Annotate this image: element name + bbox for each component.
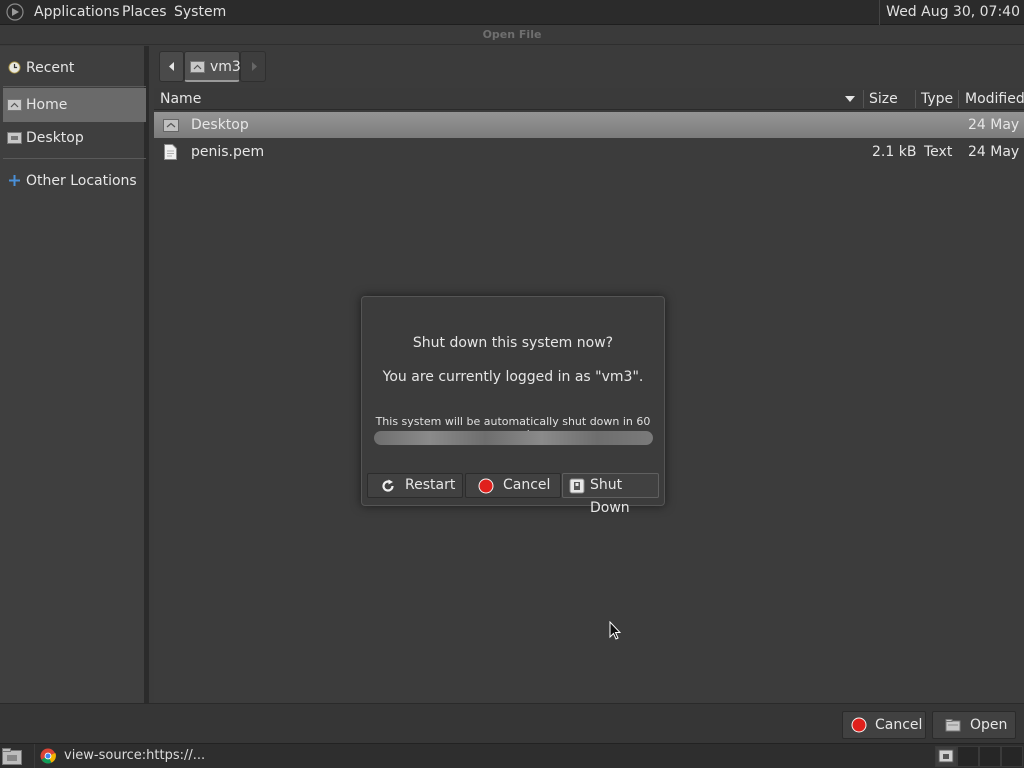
taskbar-item-label: view-source:https://... [64, 748, 206, 763]
divider [3, 158, 146, 159]
column-type[interactable]: Type [921, 88, 953, 110]
file-name: penis.pem [191, 144, 265, 160]
divider [3, 86, 146, 87]
chrome-icon [40, 748, 56, 764]
open-button[interactable]: Open [932, 711, 1016, 739]
top-panel: Applications Places System Wed Aug 30, 0… [0, 0, 1024, 25]
sidebar-item-label: Desktop [26, 130, 84, 146]
sidebar-item-label: Home [26, 97, 68, 113]
column-size[interactable]: Size [869, 88, 898, 110]
show-desktop-icon[interactable] [2, 748, 22, 765]
workspace-2[interactable] [957, 746, 979, 767]
table-row[interactable]: penis.pem 2.1 kB Text 24 May [154, 139, 1024, 165]
workspace-1[interactable] [935, 746, 957, 767]
shutdown-title: Shut down this system now? [412, 335, 614, 351]
button-label: Cancel [503, 477, 551, 493]
cancel-shutdown-button[interactable]: Cancel [465, 473, 561, 498]
plus-icon [9, 175, 20, 186]
button-label: Open [970, 717, 1008, 733]
path-crumb-label: vm3 [210, 59, 241, 75]
file-modified: 24 May [968, 117, 1020, 133]
shutdown-message: You are currently logged in as "vm3". [382, 369, 644, 385]
file-type: Text [924, 144, 953, 160]
system-menu[interactable]: System [174, 0, 226, 25]
shutdown-progress-bar [374, 431, 653, 445]
sort-descending-icon[interactable] [844, 95, 856, 103]
recent-icon [8, 61, 21, 74]
file-icon [164, 144, 177, 160]
progress-fill [374, 431, 653, 445]
column-modified[interactable]: Modified [965, 88, 1024, 110]
clock[interactable]: Wed Aug 30, 07:40 [879, 0, 1024, 25]
shutdown-icon [569, 478, 585, 494]
dialog-title: Open File [0, 25, 1024, 45]
restart-button[interactable]: Restart [367, 473, 463, 498]
open-folder-icon [945, 719, 961, 732]
chevron-left-icon [169, 62, 174, 71]
sidebar-item-other-locations[interactable]: Other Locations [3, 164, 146, 198]
stop-icon [478, 478, 494, 494]
workspace-3[interactable] [979, 746, 1001, 767]
path-forward-button[interactable] [240, 51, 266, 82]
stop-icon [851, 717, 867, 733]
sidebar-item-recent[interactable]: Recent [3, 51, 146, 85]
file-name: Desktop [191, 117, 249, 133]
applications-menu[interactable]: Applications [34, 0, 120, 25]
window-icon [938, 749, 954, 763]
workspace-switcher[interactable] [935, 746, 1023, 767]
divider [958, 90, 959, 108]
sidebar-item-label: Recent [26, 60, 75, 76]
button-label: Cancel [875, 717, 923, 733]
folder-icon [163, 119, 179, 132]
taskbar-item-browser[interactable]: view-source:https://... [34, 744, 224, 768]
button-label: Restart [405, 477, 456, 493]
sidebar-item-desktop[interactable]: Desktop [3, 121, 146, 155]
divider [863, 90, 864, 108]
mouse-cursor-icon [609, 621, 621, 640]
desktop-folder-icon [7, 132, 22, 144]
path-crumb-home[interactable]: vm3 [184, 51, 241, 82]
shutdown-dialog: Shut down this system now? You are curre… [361, 296, 665, 516]
dialog-action-bar: Cancel Open [0, 703, 1024, 743]
gnome-logo-icon[interactable] [5, 3, 25, 21]
divider [915, 90, 916, 108]
chevron-right-icon [252, 62, 257, 71]
shutdown-button[interactable]: Shut Down [562, 473, 659, 516]
table-row[interactable]: Desktop 24 May [154, 112, 1024, 138]
path-back-button[interactable] [159, 51, 184, 82]
home-folder-icon [190, 61, 205, 73]
places-sidebar: Recent Home Desktop Other Locations [0, 46, 149, 703]
column-name[interactable]: Name [160, 88, 201, 110]
file-modified: 24 May [968, 144, 1020, 160]
column-header: Name Size Type Modified [154, 88, 1024, 110]
places-menu[interactable]: Places [122, 0, 167, 25]
file-size: 2.1 kB [872, 144, 917, 160]
button-label: Shut Down [590, 477, 630, 516]
sidebar-item-label: Other Locations [26, 173, 137, 189]
home-folder-icon [7, 99, 22, 111]
sidebar-item-home[interactable]: Home [3, 88, 146, 122]
workspace-4[interactable] [1001, 746, 1023, 767]
taskbar: view-source:https://... [0, 743, 1024, 768]
cancel-button[interactable]: Cancel [842, 711, 926, 739]
restart-icon [382, 479, 394, 492]
